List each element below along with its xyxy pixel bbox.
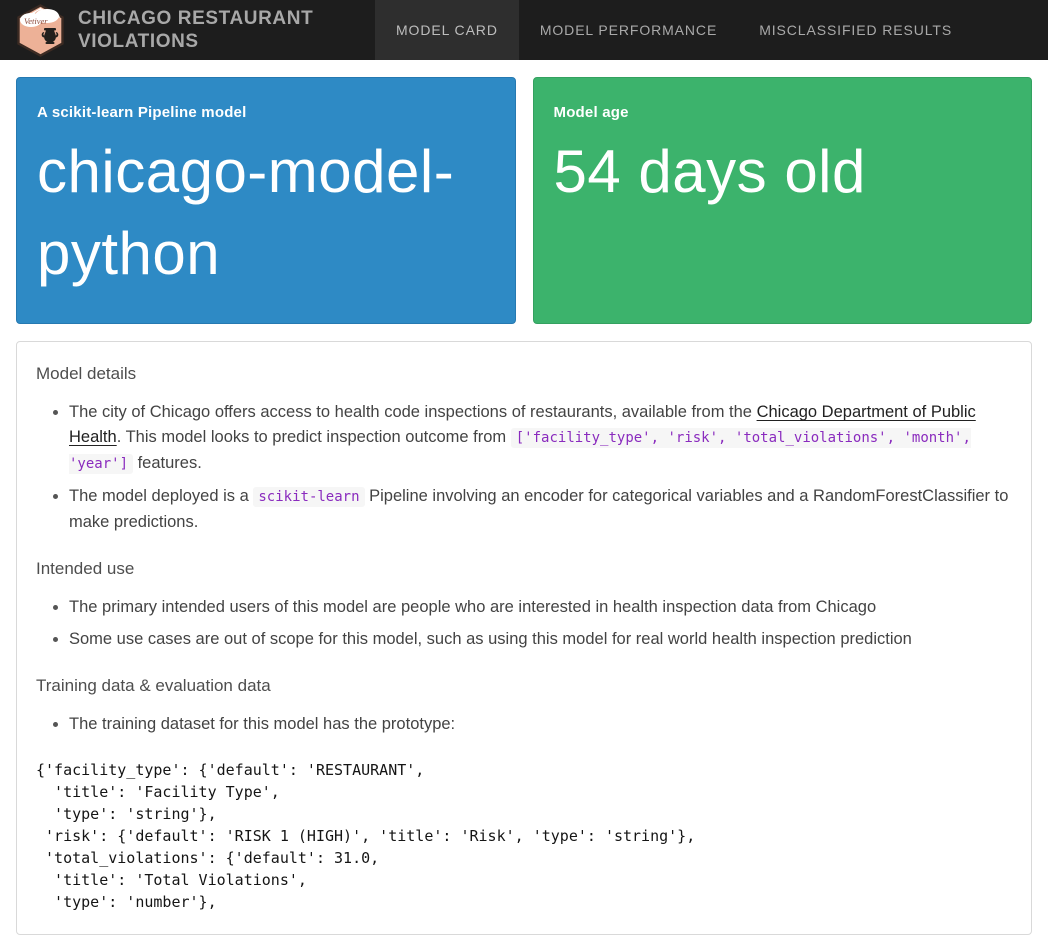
- main-content: A scikit-learn Pipeline model chicago-mo…: [0, 60, 1048, 935]
- section-heading-model-details: Model details: [36, 364, 1012, 384]
- brand: Vetiver CHICAGO RESTAURANT VIOLATIONS: [0, 4, 338, 57]
- section-heading-training-data: Training data & evaluation data: [36, 676, 1012, 696]
- list-item: The training dataset for this model has …: [69, 712, 1012, 737]
- model-age-value: 54 days old: [554, 131, 1012, 213]
- list-item: The primary intended users of this model…: [69, 595, 1012, 620]
- bullet-text: features.: [133, 454, 202, 472]
- model-card-panel: Model details The city of Chicago offers…: [16, 341, 1032, 935]
- inline-code-sklearn: scikit-learn: [253, 487, 364, 507]
- list-item: The model deployed is a scikit-learn Pip…: [69, 484, 1012, 535]
- value-box-model-age: Model age 54 days old: [533, 77, 1033, 324]
- training-data-list: The training dataset for this model has …: [36, 712, 1012, 737]
- vetiver-logo-icon: Vetiver: [16, 4, 65, 57]
- tab-model-performance[interactable]: MODEL PERFORMANCE: [519, 0, 738, 60]
- value-box-row: A scikit-learn Pipeline model chicago-mo…: [16, 77, 1032, 324]
- value-box-label: Model age: [554, 104, 1012, 121]
- intended-use-list: The primary intended users of this model…: [36, 595, 1012, 652]
- tab-misclassified-results[interactable]: MISCLASSIFIED RESULTS: [738, 0, 973, 60]
- navbar: Vetiver CHICAGO RESTAURANT VIOLATIONS MO…: [0, 0, 1048, 60]
- value-box-model-name: A scikit-learn Pipeline model chicago-mo…: [16, 77, 516, 324]
- nav-tabs: MODEL CARD MODEL PERFORMANCE MISCLASSIFI…: [375, 0, 973, 60]
- list-item: Some use cases are out of scope for this…: [69, 627, 1012, 652]
- value-box-label: A scikit-learn Pipeline model: [37, 104, 495, 121]
- app-title: CHICAGO RESTAURANT VIOLATIONS: [78, 7, 338, 53]
- model-details-list: The city of Chicago offers access to hea…: [36, 400, 1012, 535]
- prototype-code-block: {'facility_type': {'default': 'RESTAURAN…: [36, 759, 1012, 913]
- list-item: The city of Chicago offers access to hea…: [69, 400, 1012, 477]
- tab-model-card[interactable]: MODEL CARD: [375, 0, 519, 60]
- bullet-text: . This model looks to predict inspection…: [117, 428, 511, 446]
- bullet-text: The city of Chicago offers access to hea…: [69, 403, 757, 421]
- section-heading-intended-use: Intended use: [36, 559, 1012, 579]
- vetiver-logo-text: Vetiver: [24, 16, 48, 26]
- model-name-value: chicago-model-python: [37, 131, 495, 295]
- bullet-text: The model deployed is a: [69, 487, 253, 505]
